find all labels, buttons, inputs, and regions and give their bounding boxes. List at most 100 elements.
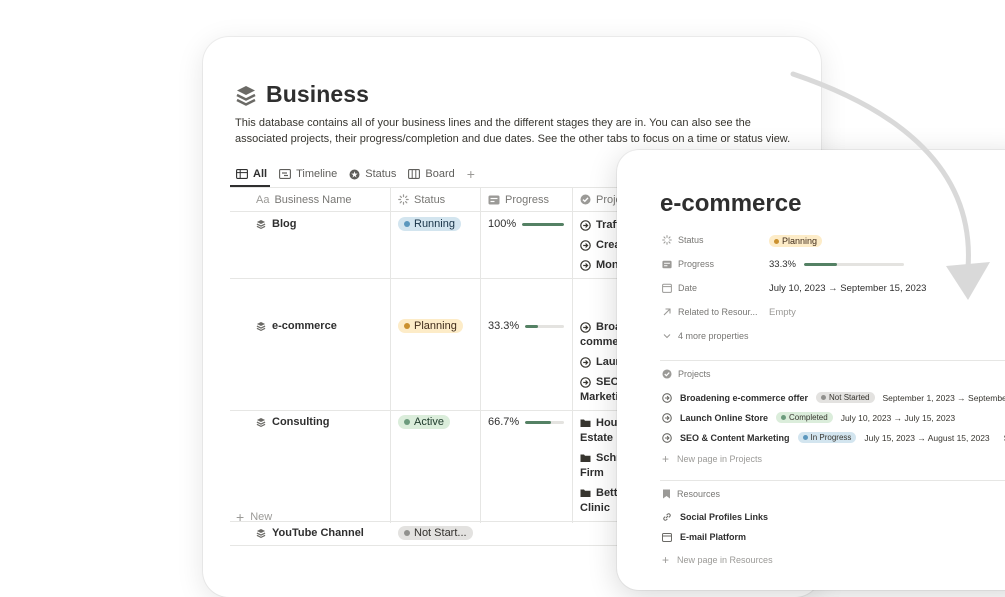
new-row-button[interactable]: + New <box>236 509 272 525</box>
progress-bar <box>525 421 564 424</box>
progress-indicator: 100% <box>488 218 564 230</box>
status-cell[interactable]: Planning <box>390 314 480 339</box>
status-icon <box>349 169 360 180</box>
column-label: Status <box>414 194 445 206</box>
status-text: Not Start... <box>414 527 467 539</box>
status-pill: Planning <box>769 235 822 247</box>
project-name: SEO & Content Marketing <box>680 433 790 443</box>
progress-cell[interactable]: 66.7% <box>480 410 572 434</box>
progress-indicator: 66.7% <box>488 416 564 428</box>
resource-name: E-mail Platform <box>680 532 746 542</box>
property-label: Related to Resour... <box>678 307 758 317</box>
tab-label: Timeline <box>296 168 337 180</box>
progress-text: 100% <box>488 218 516 230</box>
resource-item[interactable]: Social Profiles Links <box>662 512 768 522</box>
resource-item[interactable]: E-mail Platform <box>662 532 746 542</box>
status-dot <box>781 415 786 420</box>
progress-bar <box>522 223 564 226</box>
property-relation-value[interactable]: Empty <box>769 304 796 320</box>
status-text: Planning <box>414 320 457 332</box>
plus-icon: + <box>236 509 244 525</box>
resource-name: Social Profiles Links <box>680 512 768 522</box>
project-item[interactable]: SEO & Content MarketingIn ProgressJuly 1… <box>662 432 1005 443</box>
project-dates: September 1, 2023 → September 1 <box>883 393 1005 403</box>
status-dot <box>404 530 410 536</box>
column-header-name[interactable]: Aa Business Name <box>248 188 390 211</box>
status-text: In Progress <box>811 433 852 442</box>
status-dot <box>774 239 779 244</box>
new-page-in-projects[interactable]: + New page in Projects <box>662 452 762 466</box>
bookmark-icon <box>662 489 671 499</box>
progress-icon <box>488 195 500 205</box>
arrow-circle-icon <box>662 413 672 423</box>
business-name: Consulting <box>272 416 329 428</box>
status-dot <box>404 323 410 329</box>
progress-bar <box>525 325 564 328</box>
arrow-circle-icon <box>662 393 672 403</box>
progress-icon <box>662 260 672 269</box>
tab-all[interactable]: All <box>230 163 273 185</box>
more-properties-toggle[interactable]: 4 more properties <box>662 328 749 344</box>
status-loader-icon <box>662 235 672 245</box>
status-loader-icon <box>398 194 409 205</box>
status-pill: Not Started <box>816 392 874 403</box>
project-name: Broadening e-commerce offer <box>680 393 808 403</box>
tab-status[interactable]: Status <box>343 163 402 185</box>
projects-section-header: Projects <box>662 369 711 379</box>
property-status-label[interactable]: Status <box>662 232 704 248</box>
resources-section-header: Resources <box>662 489 720 499</box>
project-item[interactable]: Launch Online StoreCompletedJuly 10, 202… <box>662 412 955 423</box>
folder-icon <box>580 453 591 463</box>
tab-board[interactable]: Board <box>402 163 460 185</box>
business-name: e-commerce <box>272 320 337 332</box>
new-page-label: New page in Projects <box>677 454 762 464</box>
property-label: Status <box>678 235 704 245</box>
business-name-cell[interactable]: Blog <box>248 212 390 236</box>
status-dot <box>404 419 410 425</box>
folder-icon <box>580 418 591 428</box>
project-dates: July 10, 2023 → July 15, 2023 <box>841 413 955 423</box>
progress-indicator: 33.3% <box>488 320 564 332</box>
project-item[interactable]: Broadening e-commerce offer Not Started Se… <box>662 392 1005 403</box>
property-date-label[interactable]: Date <box>662 280 697 296</box>
page-description: This database contains all of your busin… <box>235 115 800 147</box>
arrow-circle-icon <box>580 357 591 368</box>
business-name-cell[interactable]: e-commerce <box>248 314 390 338</box>
progress-text: 66.7% <box>488 416 519 428</box>
tab-label: All <box>253 168 267 180</box>
status-pill: Planning <box>398 319 463 333</box>
property-date-value[interactable]: July 10, 2023 → September 15, 2023 <box>769 280 926 296</box>
status-cell[interactable]: Not Start... <box>390 521 480 546</box>
column-header-status[interactable]: Status <box>390 188 480 211</box>
status-text: Completed <box>789 413 828 422</box>
progress-cell[interactable]: 33.3% <box>480 314 572 338</box>
relation-check-icon <box>662 369 672 379</box>
status-cell[interactable]: Running <box>390 212 480 237</box>
relation-arrow-icon <box>662 307 672 317</box>
status-text: Planning <box>782 236 817 246</box>
arrow-circle-icon <box>580 260 591 271</box>
new-page-label: New page in Resources <box>677 555 773 565</box>
property-status-value[interactable]: Planning <box>769 233 822 249</box>
page-peek-card: e-commerce Status Planning Progress 33.3… <box>617 150 1005 590</box>
property-progress-value[interactable]: 33.3% <box>769 256 904 272</box>
progress-cell[interactable]: 100% <box>480 212 572 236</box>
stack-icon <box>256 219 266 230</box>
column-header-progress[interactable]: Progress <box>480 188 572 211</box>
business-name: YouTube Channel <box>272 527 364 539</box>
status-text: Running <box>414 218 455 230</box>
status-dot <box>821 395 826 400</box>
arrow-circle-icon <box>580 322 591 333</box>
add-view-icon[interactable]: + <box>461 166 481 182</box>
property-relation-label[interactable]: Related to Resour... <box>662 304 758 320</box>
progress-cell[interactable] <box>480 521 572 533</box>
business-name-cell[interactable]: Consulting <box>248 410 390 434</box>
tab-timeline[interactable]: Timeline <box>273 163 343 185</box>
status-dot <box>404 221 410 227</box>
column-label: Progress <box>505 194 549 206</box>
stack-icon <box>256 321 266 332</box>
arrow-circle-icon <box>580 377 591 388</box>
property-progress-label[interactable]: Progress <box>662 256 714 272</box>
chevron-down-icon <box>662 331 672 341</box>
status-cell[interactable]: Active <box>390 410 480 435</box>
